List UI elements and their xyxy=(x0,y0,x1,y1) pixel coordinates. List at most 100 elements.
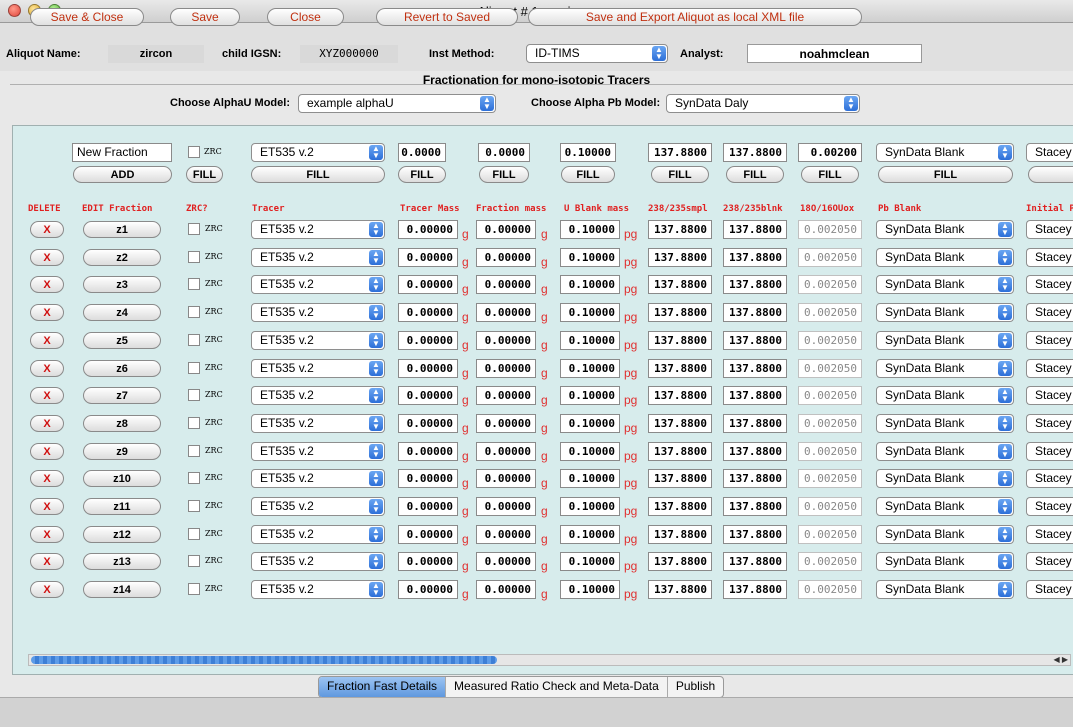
tracer-select[interactable]: ET535 v.2 ▲ ▼ xyxy=(251,442,385,461)
tracer-select[interactable]: ET535 v.2 ▲ ▼ xyxy=(251,552,385,571)
delete-fraction-button[interactable]: X xyxy=(30,581,64,598)
zrc-checkbox[interactable] xyxy=(188,500,200,512)
tracer-mass-field[interactable]: 0.00000 xyxy=(398,386,458,405)
fill-pb-blank-button[interactable]: FILL xyxy=(878,166,1013,183)
delete-fraction-button[interactable]: X xyxy=(30,498,64,515)
edit-fraction-button[interactable]: z5 xyxy=(83,332,161,349)
edit-fraction-button[interactable]: z1 xyxy=(83,221,161,238)
zrc-checkbox[interactable] xyxy=(188,251,200,263)
fill-fraction-mass-button[interactable]: FILL xyxy=(479,166,529,183)
revert-to-saved-button[interactable]: Revert to Saved xyxy=(376,8,518,26)
delete-fraction-button[interactable]: X xyxy=(30,249,64,266)
u-blank-mass-field[interactable]: 0.10000 xyxy=(560,525,620,544)
save-close-button[interactable]: Save & Close xyxy=(30,8,144,26)
pb-blank-select[interactable]: SynData Blank ▲ ▼ xyxy=(876,414,1014,433)
edit-fraction-button[interactable]: z8 xyxy=(83,415,161,432)
new-fraction-name-field[interactable]: New Fraction xyxy=(72,143,172,162)
tracer-mass-field[interactable]: 0.00000 xyxy=(398,469,458,488)
tracer-select[interactable]: ET535 v.2 ▲ ▼ xyxy=(251,275,385,294)
u-blank-mass-field[interactable]: 0.10000 xyxy=(560,414,620,433)
238-235-blnk-field[interactable]: 137.8800 xyxy=(723,552,787,571)
238-235-blnk-field[interactable]: 137.8800 xyxy=(723,386,787,405)
tab-fraction-fast-details[interactable]: Fraction Fast Details xyxy=(319,677,447,697)
tracer-mass-field[interactable]: 0.00000 xyxy=(398,580,458,599)
edit-fraction-button[interactable]: z6 xyxy=(83,360,161,377)
initial-pb-select[interactable]: Stacey xyxy=(1026,442,1073,461)
zrc-checkbox[interactable] xyxy=(188,306,200,318)
zrc-checkbox[interactable] xyxy=(188,389,200,401)
delete-fraction-button[interactable]: X xyxy=(30,221,64,238)
238-235-blnk-field[interactable]: 137.8800 xyxy=(723,469,787,488)
edit-fraction-button[interactable]: z7 xyxy=(83,387,161,404)
tracer-select[interactable]: ET535 v.2 ▲ ▼ xyxy=(251,580,385,599)
delete-fraction-button[interactable]: X xyxy=(30,304,64,321)
fraction-mass-field[interactable]: 0.00000 xyxy=(476,580,536,599)
238-235-smpl-field[interactable]: 137.8800 xyxy=(648,469,712,488)
238-235-blnk-field[interactable]: 137.8800 xyxy=(723,580,787,599)
scrollbar-thumb[interactable] xyxy=(31,656,497,664)
template-18o-16o-field[interactable]: 0.00200 xyxy=(798,143,862,162)
zrc-checkbox[interactable] xyxy=(188,583,200,595)
pb-blank-select[interactable]: SynData Blank ▲ ▼ xyxy=(876,331,1014,350)
delete-fraction-button[interactable]: X xyxy=(30,553,64,570)
238-235-smpl-field[interactable]: 137.8800 xyxy=(648,248,712,267)
238-235-smpl-field[interactable]: 137.8800 xyxy=(648,359,712,378)
238-235-smpl-field[interactable]: 137.8800 xyxy=(648,525,712,544)
delete-fraction-button[interactable]: X xyxy=(30,360,64,377)
horizontal-scrollbar[interactable]: ◀ ▶ xyxy=(28,654,1071,666)
tracer-mass-field[interactable]: 0.00000 xyxy=(398,303,458,322)
zrc-checkbox[interactable] xyxy=(188,223,200,235)
pb-blank-select[interactable]: SynData Blank ▲ ▼ xyxy=(876,303,1014,322)
fraction-mass-field[interactable]: 0.00000 xyxy=(476,525,536,544)
238-235-blnk-field[interactable]: 137.8800 xyxy=(723,359,787,378)
fill-zrc-button[interactable]: FILL xyxy=(186,166,223,183)
initial-pb-select[interactable]: Stacey xyxy=(1026,303,1073,322)
tracer-select[interactable]: ET535 v.2 ▲ ▼ xyxy=(251,359,385,378)
delete-fraction-button[interactable]: X xyxy=(30,276,64,293)
fraction-mass-field[interactable]: 0.00000 xyxy=(476,552,536,571)
zrc-checkbox[interactable] xyxy=(188,417,200,429)
tracer-select[interactable]: ET535 v.2 ▲ ▼ xyxy=(251,220,385,239)
u-blank-mass-field[interactable]: 0.10000 xyxy=(560,497,620,516)
238-235-blnk-field[interactable]: 137.8800 xyxy=(723,414,787,433)
238-235-blnk-field[interactable]: 137.8800 xyxy=(723,442,787,461)
edit-fraction-button[interactable]: z3 xyxy=(83,276,161,293)
fraction-mass-field[interactable]: 0.00000 xyxy=(476,414,536,433)
tracer-select[interactable]: ET535 v.2 ▲ ▼ xyxy=(251,469,385,488)
238-235-blnk-field[interactable]: 137.8800 xyxy=(723,220,787,239)
tab-measured-ratio-check[interactable]: Measured Ratio Check and Meta-Data xyxy=(446,677,668,697)
fraction-mass-field[interactable]: 0.00000 xyxy=(476,331,536,350)
238-235-smpl-field[interactable]: 137.8800 xyxy=(648,275,712,294)
edit-fraction-button[interactable]: z2 xyxy=(83,249,161,266)
delete-fraction-button[interactable]: X xyxy=(30,332,64,349)
zrc-checkbox[interactable] xyxy=(188,555,200,567)
tracer-mass-field[interactable]: 0.00000 xyxy=(398,220,458,239)
pb-blank-select[interactable]: SynData Blank ▲ ▼ xyxy=(876,386,1014,405)
edit-fraction-button[interactable]: z13 xyxy=(83,553,161,570)
scroll-arrows-icon[interactable]: ◀ ▶ xyxy=(1053,655,1068,664)
template-fraction-mass-field[interactable]: 0.0000 xyxy=(478,143,530,162)
pb-blank-select[interactable]: SynData Blank ▲ ▼ xyxy=(876,469,1014,488)
u-blank-mass-field[interactable]: 0.10000 xyxy=(560,220,620,239)
fraction-mass-field[interactable]: 0.00000 xyxy=(476,442,536,461)
u-blank-mass-field[interactable]: 0.10000 xyxy=(560,552,620,571)
tracer-select[interactable]: ET535 v.2 ▲ ▼ xyxy=(251,525,385,544)
initial-pb-select[interactable]: Stacey xyxy=(1026,248,1073,267)
fraction-mass-field[interactable]: 0.00000 xyxy=(476,275,536,294)
tracer-select[interactable]: ET535 v.2 ▲ ▼ xyxy=(251,303,385,322)
fraction-mass-field[interactable]: 0.00000 xyxy=(476,469,536,488)
zrc-checkbox[interactable] xyxy=(188,445,200,457)
u-blank-mass-field[interactable]: 0.10000 xyxy=(560,469,620,488)
initial-pb-select[interactable]: Stacey xyxy=(1026,497,1073,516)
u-blank-mass-field[interactable]: 0.10000 xyxy=(560,386,620,405)
pb-blank-select[interactable]: SynData Blank ▲ ▼ xyxy=(876,580,1014,599)
zrc-checkbox[interactable] xyxy=(188,528,200,540)
fraction-mass-field[interactable]: 0.00000 xyxy=(476,386,536,405)
template-zrc-checkbox[interactable] xyxy=(188,146,200,158)
pb-blank-select[interactable]: SynData Blank ▲ ▼ xyxy=(876,525,1014,544)
alphau-select[interactable]: example alphaU ▲ ▼ xyxy=(298,94,496,113)
initial-pb-select[interactable]: Stacey xyxy=(1026,386,1073,405)
template-initial-pb-select[interactable]: Stacey xyxy=(1026,143,1073,162)
edit-fraction-button[interactable]: z10 xyxy=(83,470,161,487)
initial-pb-select[interactable]: Stacey xyxy=(1026,469,1073,488)
